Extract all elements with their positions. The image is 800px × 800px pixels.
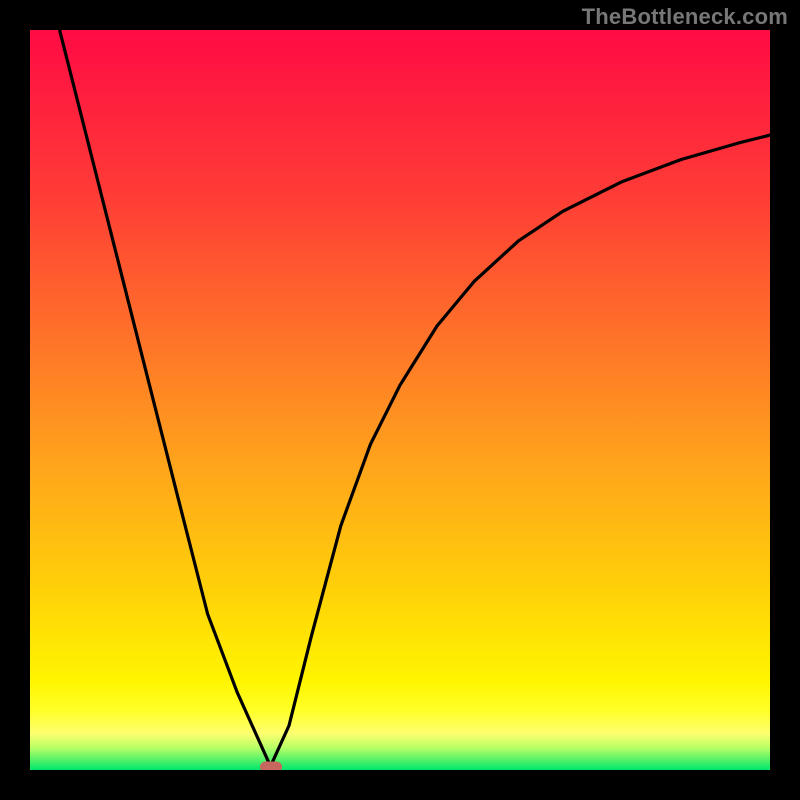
curve-path	[60, 30, 770, 766]
plot-area	[30, 30, 770, 770]
chart-frame: TheBottleneck.com	[0, 0, 800, 800]
minimum-marker	[260, 762, 282, 771]
watermark-text: TheBottleneck.com	[582, 4, 788, 30]
bottleneck-curve	[30, 30, 770, 770]
